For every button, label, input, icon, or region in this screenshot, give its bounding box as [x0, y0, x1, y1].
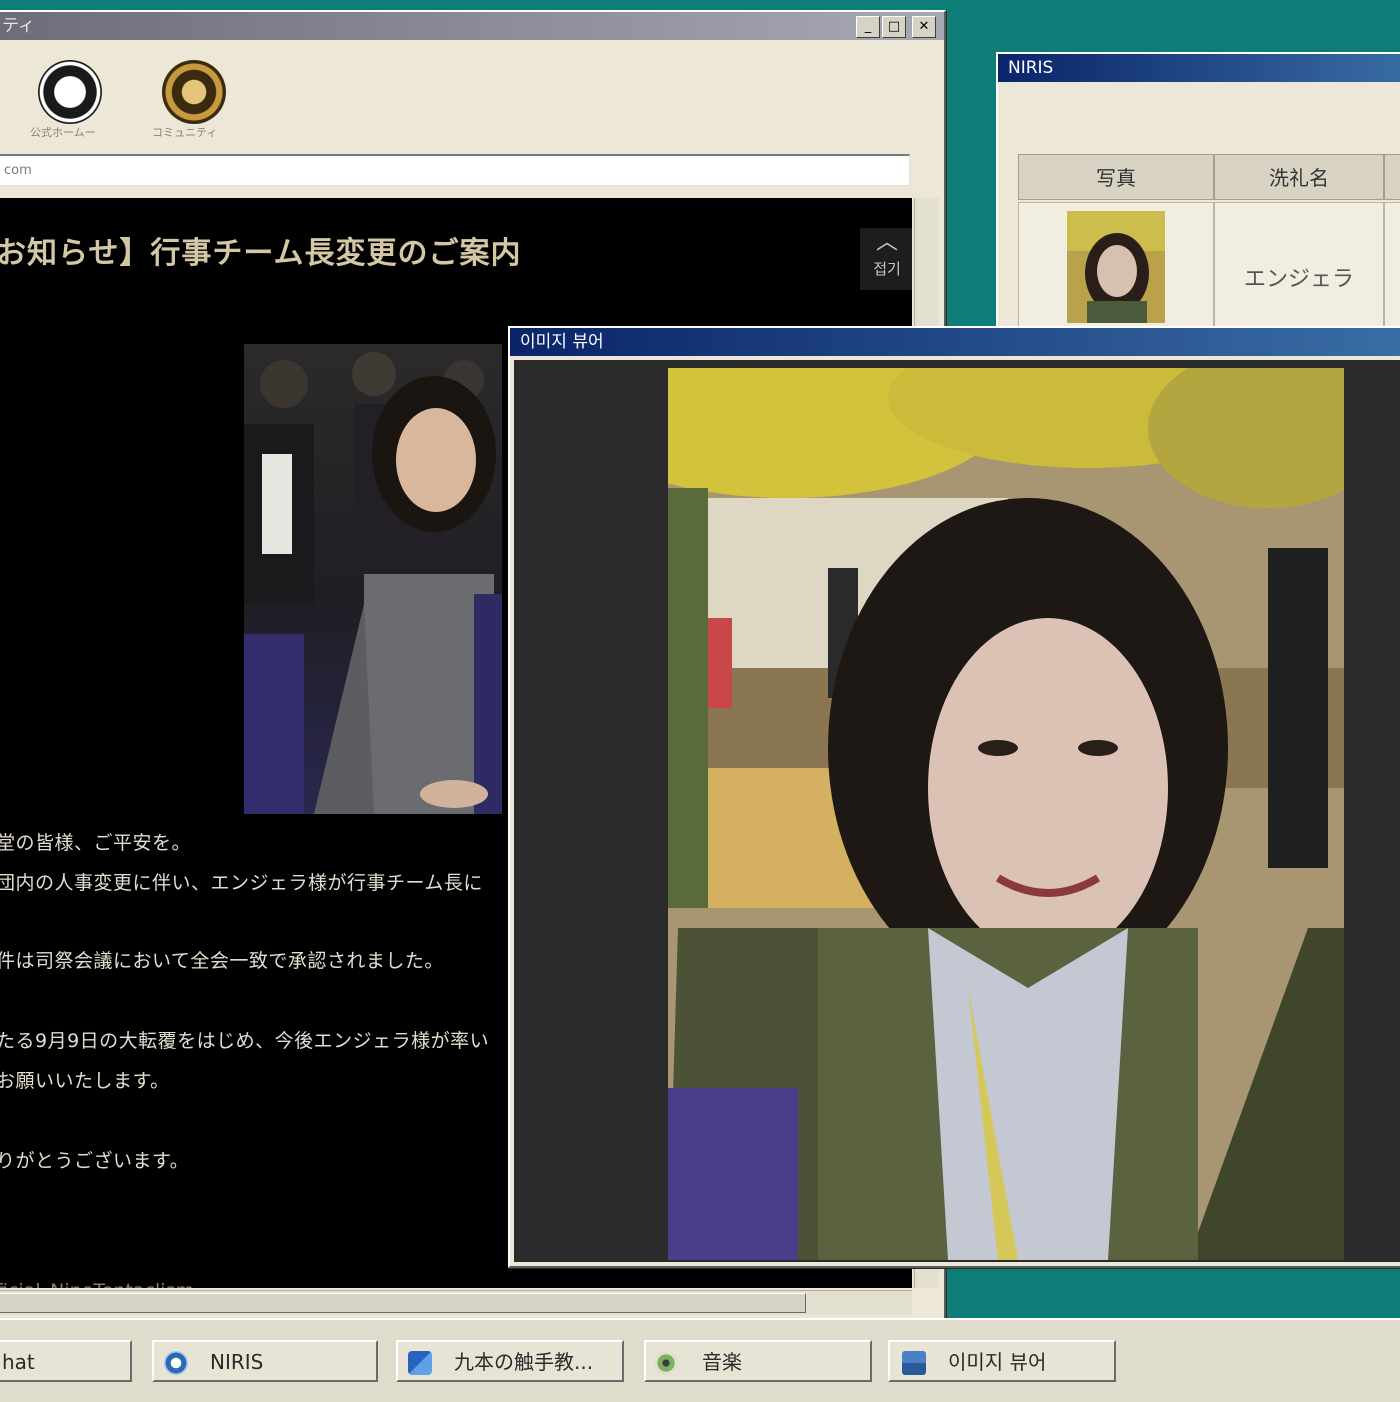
horizontal-scroll-thumb[interactable] [0, 1293, 806, 1313]
body-line-3: 件は司祭会議において全会一致で承認されました。 [0, 950, 444, 972]
taskbar-button-niris[interactable]: NIRIS [152, 1340, 378, 1382]
table-cell-photo[interactable] [1018, 202, 1214, 342]
image-viewer-window: 이미지 뷰어 [508, 326, 1400, 1268]
taskbar-label-niris: NIRIS [210, 1350, 264, 1374]
horizontal-scrollbar[interactable] [0, 1290, 912, 1315]
body-line-6: りがとうございます。 [0, 1150, 190, 1172]
minimize-button[interactable]: _ [856, 16, 880, 38]
member-name: エンジェラ [1243, 267, 1354, 292]
page-footer: ficial_NineTentaclism [0, 1280, 194, 1288]
taskbar-button-image-viewer[interactable]: 이미지 뷰어 [888, 1340, 1116, 1382]
octopus-emblem-icon[interactable] [38, 60, 102, 124]
niris-window: NIRIS 写真 洗礼名 エンジェラ [996, 52, 1400, 346]
music-app-icon [654, 1351, 678, 1375]
post-photo [244, 344, 502, 814]
niris-window-title: NIRIS [1008, 58, 1054, 78]
taskbar-label-chat: hat [2, 1350, 35, 1374]
viewer-window-title: 이미지 뷰어 [520, 332, 604, 352]
browser-window-title: ティ [2, 16, 35, 36]
address-bar[interactable]: com [0, 154, 910, 186]
column-header-baptismal-name[interactable]: 洗礼名 [1214, 154, 1384, 200]
browser-titlebar[interactable]: ティ [0, 12, 944, 40]
body-line-4: たる9月9日の大転覆をはじめ、今後エンジェラ様が率い [0, 1030, 490, 1052]
taskbar-label-image-viewer: 이미지 뷰어 [948, 1350, 1047, 1374]
column-header-extra[interactable] [1384, 154, 1400, 200]
crest-emblem-icon[interactable] [162, 60, 226, 124]
taskbar-button-chat[interactable]: hat [0, 1340, 132, 1382]
viewer-photo [668, 368, 1344, 1260]
maximize-button[interactable]: □ [882, 16, 906, 38]
browser-app-icon [408, 1351, 432, 1375]
column-header-photo[interactable]: 写真 [1018, 154, 1214, 200]
body-line-2: 団内の人事変更に伴い、エンジェラ様が行事チーム長に [0, 872, 483, 894]
toolbar-label-official-home[interactable]: 公式ホームー [30, 124, 96, 140]
collapse-label: 접기 [873, 260, 901, 278]
viewer-titlebar[interactable]: 이미지 뷰어 [510, 328, 1400, 356]
taskbar-label-browser: 九本の触手教... [454, 1350, 594, 1374]
table-cell-extra [1384, 202, 1400, 342]
taskbar: hat NIRIS 九本の触手教... 音楽 이미지 뷰어 [0, 1318, 1400, 1402]
member-thumbnail [1067, 211, 1165, 323]
toolbar-label-community[interactable]: コミュニティ [152, 124, 217, 140]
niris-app-icon [164, 1351, 188, 1375]
post-title: お知らせ】行事チーム長変更のご案内 [0, 236, 522, 271]
table-row[interactable]: エンジェラ [1214, 202, 1384, 342]
viewer-canvas [514, 360, 1400, 1262]
address-text: com [4, 163, 32, 178]
taskbar-label-music: 音楽 [702, 1350, 742, 1374]
taskbar-button-music[interactable]: 音楽 [644, 1340, 872, 1382]
taskbar-button-browser[interactable]: 九本の触手教... [396, 1340, 624, 1382]
collapse-button[interactable]: ︿ 접기 [860, 228, 912, 290]
niris-titlebar[interactable]: NIRIS [998, 54, 1400, 82]
chevron-up-icon: ︿ [875, 230, 898, 255]
body-line-1: 堂の皆様、ご平安を。 [0, 832, 192, 854]
close-button[interactable]: ✕ [912, 16, 936, 38]
image-viewer-app-icon [902, 1351, 926, 1375]
body-line-5: お願いいたします。 [0, 1070, 170, 1092]
